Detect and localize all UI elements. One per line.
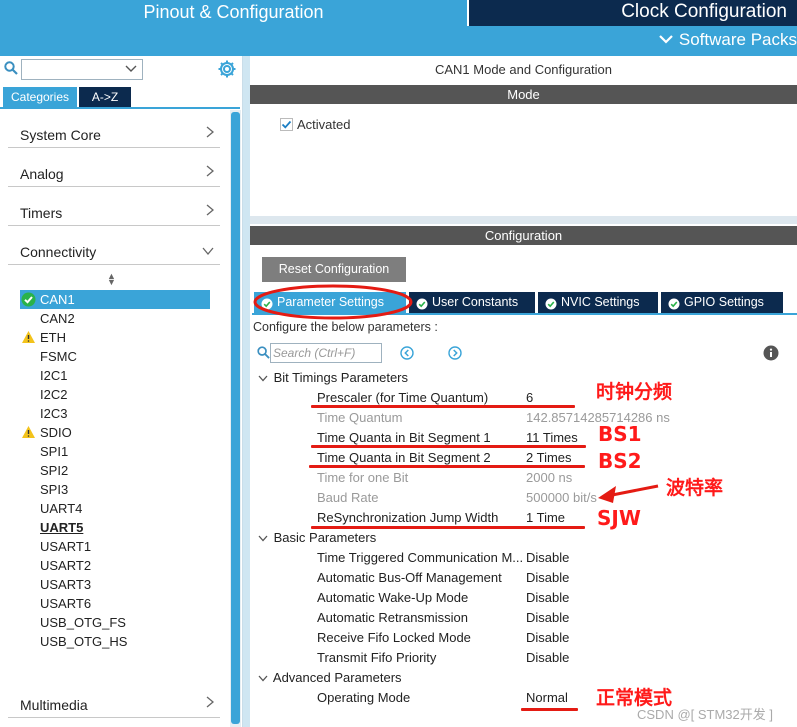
annotation-bs2: BS2	[598, 449, 642, 473]
annotation-underline-sjw	[311, 526, 585, 529]
annotation-baud: 波特率	[666, 477, 724, 499]
watermark: CSDN @[ STM32开发 ]	[637, 707, 773, 722]
annotation-underline-normal	[521, 708, 578, 711]
annotation-underline-bs2	[309, 465, 585, 468]
annotation-prescaler: 时钟分频	[596, 381, 673, 403]
annotation-arrowhead-icon	[598, 486, 616, 503]
annotation-underline-prescaler	[311, 405, 575, 408]
annotation-overlay	[253, 284, 659, 503]
annotation-sjw: SJW	[597, 506, 641, 530]
annotation-bs1: BS1	[598, 422, 642, 446]
annotation-ellipse-parameter-settings	[253, 284, 413, 320]
annotation-underline-bs1	[311, 445, 586, 448]
